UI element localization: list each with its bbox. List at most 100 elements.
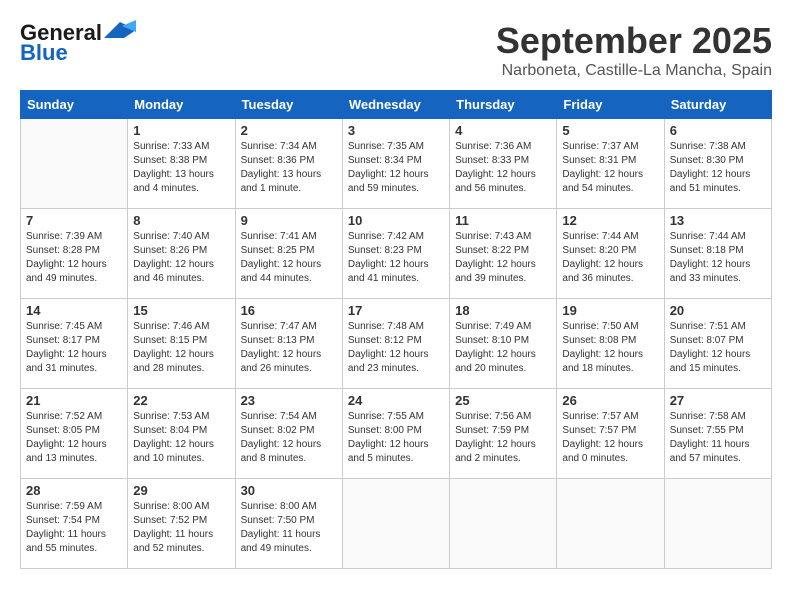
day-cell: 20Sunrise: 7:51 AMSunset: 8:07 PMDayligh… xyxy=(664,299,771,389)
weekday-header-friday: Friday xyxy=(557,91,664,119)
day-number: 30 xyxy=(241,483,337,498)
weekday-header-monday: Monday xyxy=(128,91,235,119)
month-title: September 2025 xyxy=(496,20,772,62)
day-cell: 16Sunrise: 7:47 AMSunset: 8:13 PMDayligh… xyxy=(235,299,342,389)
day-number: 6 xyxy=(670,123,766,138)
location: Narboneta, Castille-La Mancha, Spain xyxy=(496,62,772,80)
week-row-3: 14 Sunrise: 7:45 AMSunset: 8:17 PMDayligh… xyxy=(21,299,772,389)
day-number: 2 xyxy=(241,123,337,138)
day-cell: 14 Sunrise: 7:45 AMSunset: 8:17 PMDayligh… xyxy=(21,299,128,389)
day-cell: 12 Sunrise: 7:44 AMSunset: 8:20 PMDayligh… xyxy=(557,209,664,299)
logo-icon xyxy=(104,20,136,40)
day-info: Sunrise: 7:36 AMSunset: 8:33 PMDaylight:… xyxy=(455,140,551,196)
day-number: 11 xyxy=(455,213,551,228)
week-row-1: 1 Sunrise: 7:33 AMSunset: 8:38 PMDaylight… xyxy=(21,119,772,209)
day-number: 7 xyxy=(26,213,122,228)
day-info: Sunrise: 7:48 AMSunset: 8:12 PMDaylight:… xyxy=(348,320,444,376)
day-number: 22 xyxy=(133,393,229,408)
day-cell: 2 Sunrise: 7:34 AMSunset: 8:36 PMDaylight… xyxy=(235,119,342,209)
day-number: 1 xyxy=(133,123,229,138)
day-cell xyxy=(21,119,128,209)
day-cell xyxy=(664,479,771,569)
day-info: Sunrise: 7:49 AMSunset: 8:10 PMDaylight:… xyxy=(455,320,551,376)
day-number: 8 xyxy=(133,213,229,228)
day-info: Sunrise: 7:39 AMSunset: 8:28 PMDaylight:… xyxy=(26,230,122,286)
day-cell: 10 Sunrise: 7:42 AMSunset: 8:23 PMDayligh… xyxy=(342,209,449,299)
day-number: 12 xyxy=(562,213,658,228)
week-row-2: 7 Sunrise: 7:39 AMSunset: 8:28 PMDaylight… xyxy=(21,209,772,299)
logo-blue: Blue xyxy=(20,40,68,66)
day-info: Sunrise: 7:34 AMSunset: 8:36 PMDaylight:… xyxy=(241,140,337,196)
weekday-header-row: SundayMondayTuesdayWednesdayThursdayFrid… xyxy=(21,91,772,119)
day-cell: 27 Sunrise: 7:58 AMSunset: 7:55 PMDayligh… xyxy=(664,389,771,479)
day-number: 23 xyxy=(241,393,337,408)
day-cell: 29Sunrise: 8:00 AMSunset: 7:52 PMDayligh… xyxy=(128,479,235,569)
day-cell: 11 Sunrise: 7:43 AMSunset: 8:22 PMDayligh… xyxy=(450,209,557,299)
day-cell xyxy=(450,479,557,569)
day-number: 16 xyxy=(241,303,337,318)
day-number: 19 xyxy=(562,303,658,318)
day-info: Sunrise: 7:35 AMSunset: 8:34 PMDaylight:… xyxy=(348,140,444,196)
weekday-header-sunday: Sunday xyxy=(21,91,128,119)
day-info: Sunrise: 7:57 AMSunset: 7:57 PMDaylight:… xyxy=(562,410,658,466)
day-number: 20 xyxy=(670,303,766,318)
day-cell: 18 Sunrise: 7:49 AMSunset: 8:10 PMDayligh… xyxy=(450,299,557,389)
day-info: Sunrise: 7:46 AMSunset: 8:15 PMDaylight:… xyxy=(133,320,229,376)
day-info: Sunrise: 8:00 AMSunset: 7:50 PMDaylight:… xyxy=(241,500,337,556)
day-number: 28 xyxy=(26,483,122,498)
day-cell: 23 Sunrise: 7:54 AMSunset: 8:02 PMDayligh… xyxy=(235,389,342,479)
day-info: Sunrise: 7:41 AMSunset: 8:25 PMDaylight:… xyxy=(241,230,337,286)
day-info: Sunrise: 7:50 AMSunset: 8:08 PMDaylight:… xyxy=(562,320,658,376)
day-cell: 24Sunrise: 7:55 AMSunset: 8:00 PMDayligh… xyxy=(342,389,449,479)
day-cell: 13 Sunrise: 7:44 AMSunset: 8:18 PMDayligh… xyxy=(664,209,771,299)
day-cell: 22Sunrise: 7:53 AMSunset: 8:04 PMDayligh… xyxy=(128,389,235,479)
day-info: Sunrise: 7:33 AMSunset: 8:38 PMDaylight:… xyxy=(133,140,229,196)
day-number: 29 xyxy=(133,483,229,498)
calendar: SundayMondayTuesdayWednesdayThursdayFrid… xyxy=(20,90,772,569)
day-number: 4 xyxy=(455,123,551,138)
day-info: Sunrise: 7:43 AMSunset: 8:22 PMDaylight:… xyxy=(455,230,551,286)
week-row-5: 28Sunrise: 7:59 AMSunset: 7:54 PMDayligh… xyxy=(21,479,772,569)
day-cell: 19 Sunrise: 7:50 AMSunset: 8:08 PMDayligh… xyxy=(557,299,664,389)
day-info: Sunrise: 7:58 AMSunset: 7:55 PMDaylight:… xyxy=(670,410,766,466)
header: General Blue September 2025 Narboneta, C… xyxy=(20,20,772,80)
day-cell: 25 Sunrise: 7:56 AMSunset: 7:59 PMDayligh… xyxy=(450,389,557,479)
day-cell: 9 Sunrise: 7:41 AMSunset: 8:25 PMDaylight… xyxy=(235,209,342,299)
day-number: 14 xyxy=(26,303,122,318)
day-cell: 30 Sunrise: 8:00 AMSunset: 7:50 PMDayligh… xyxy=(235,479,342,569)
day-cell: 8 Sunrise: 7:40 AMSunset: 8:26 PMDaylight… xyxy=(128,209,235,299)
day-number: 10 xyxy=(348,213,444,228)
day-info: Sunrise: 7:52 AMSunset: 8:05 PMDaylight:… xyxy=(26,410,122,466)
day-cell xyxy=(342,479,449,569)
day-number: 21 xyxy=(26,393,122,408)
day-info: Sunrise: 7:42 AMSunset: 8:23 PMDaylight:… xyxy=(348,230,444,286)
day-number: 9 xyxy=(241,213,337,228)
day-cell: 1 Sunrise: 7:33 AMSunset: 8:38 PMDaylight… xyxy=(128,119,235,209)
day-cell: 7 Sunrise: 7:39 AMSunset: 8:28 PMDaylight… xyxy=(21,209,128,299)
day-number: 18 xyxy=(455,303,551,318)
day-number: 15 xyxy=(133,303,229,318)
day-number: 17 xyxy=(348,303,444,318)
day-cell: 17 Sunrise: 7:48 AMSunset: 8:12 PMDayligh… xyxy=(342,299,449,389)
day-info: Sunrise: 7:38 AMSunset: 8:30 PMDaylight:… xyxy=(670,140,766,196)
day-info: Sunrise: 7:44 AMSunset: 8:18 PMDaylight:… xyxy=(670,230,766,286)
logo: General Blue xyxy=(20,20,136,66)
day-info: Sunrise: 7:44 AMSunset: 8:20 PMDaylight:… xyxy=(562,230,658,286)
day-number: 25 xyxy=(455,393,551,408)
day-cell: 26 Sunrise: 7:57 AMSunset: 7:57 PMDayligh… xyxy=(557,389,664,479)
day-info: Sunrise: 7:55 AMSunset: 8:00 PMDaylight:… xyxy=(348,410,444,466)
day-info: Sunrise: 7:56 AMSunset: 7:59 PMDaylight:… xyxy=(455,410,551,466)
day-cell: 4 Sunrise: 7:36 AMSunset: 8:33 PMDaylight… xyxy=(450,119,557,209)
day-info: Sunrise: 7:40 AMSunset: 8:26 PMDaylight:… xyxy=(133,230,229,286)
day-number: 13 xyxy=(670,213,766,228)
weekday-header-saturday: Saturday xyxy=(664,91,771,119)
weekday-header-tuesday: Tuesday xyxy=(235,91,342,119)
day-number: 27 xyxy=(670,393,766,408)
day-cell xyxy=(557,479,664,569)
day-info: Sunrise: 7:37 AMSunset: 8:31 PMDaylight:… xyxy=(562,140,658,196)
day-number: 26 xyxy=(562,393,658,408)
day-info: Sunrise: 7:54 AMSunset: 8:02 PMDaylight:… xyxy=(241,410,337,466)
day-cell: 6 Sunrise: 7:38 AMSunset: 8:30 PMDaylight… xyxy=(664,119,771,209)
day-info: Sunrise: 7:45 AMSunset: 8:17 PMDaylight:… xyxy=(26,320,122,376)
weekday-header-thursday: Thursday xyxy=(450,91,557,119)
